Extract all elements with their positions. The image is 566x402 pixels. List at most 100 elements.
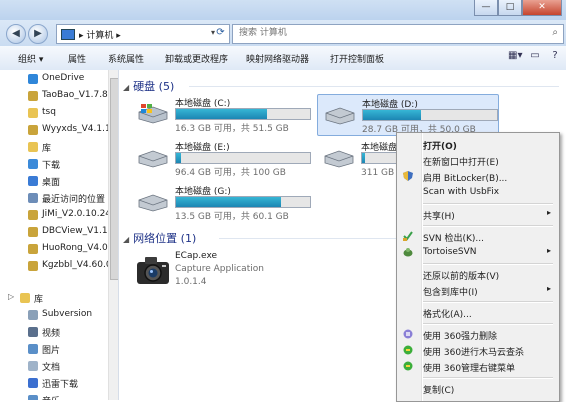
menu-item-manage-menu[interactable]: 使用 360管理右键菜单 [399, 358, 557, 374]
search-input[interactable] [233, 25, 539, 41]
sidebar-item-label: TaoBao_V1.7.8. [42, 90, 110, 100]
sidebar-item[interactable]: DBCView_V1.1. [0, 224, 110, 240]
download-icon [28, 159, 38, 169]
camera-icon [137, 257, 169, 284]
sidebar-item[interactable]: TaoBao_V1.7.8. [0, 88, 110, 104]
menu-item-open[interactable]: 打开(O) [399, 136, 557, 152]
sidebar-item-label: 桌面 [42, 178, 61, 188]
scrollbar-thumb[interactable] [110, 78, 118, 280]
drive-icon [325, 107, 355, 125]
menu-item-svn-checkout[interactable]: SVN 检出(K)... [399, 228, 557, 244]
sidebar-item[interactable]: 文档 [0, 358, 110, 374]
menu-item-format[interactable]: 格式化(A)... [399, 304, 557, 320]
command-bar: 组织 ▾ 属性 系统属性 卸载或更改程序 映射网络驱动器 打开控制面板 ▦▾ ▭… [0, 46, 566, 71]
collapse-icon[interactable]: ◢ [123, 235, 129, 244]
address-row: ◀ ▶ ▸ 计算机 ▸ ▾ ⟳ ⌕ [0, 20, 566, 46]
expand-icon[interactable]: ▷ [8, 292, 14, 301]
menu-item-bitlocker[interactable]: 启用 BitLocker(B)... [399, 168, 557, 184]
drive-d[interactable]: 本地磁盘 (D:) 28.7 GB 可用，共 50.0 GB [317, 94, 499, 136]
minimize-button[interactable]: — [474, 0, 498, 16]
properties-button[interactable]: 属性 [68, 52, 86, 65]
back-button[interactable]: ◀ [6, 24, 26, 44]
hdd-group-title: 硬盘 (5) [133, 80, 175, 93]
breadcrumb[interactable]: ▸ 计算机 ▸ [79, 28, 121, 41]
collapse-icon[interactable]: ◢ [123, 83, 129, 92]
network-group-header[interactable]: ◢ 网络位置 (1) [123, 230, 196, 246]
sidebar-item[interactable]: 音乐 [0, 392, 110, 400]
menu-item-restore[interactable]: 还原以前的版本(V) [399, 266, 557, 282]
sidebar-item[interactable]: 库 [0, 139, 110, 155]
menu-item-copy[interactable]: 复制(C) [399, 380, 557, 396]
sidebar-item[interactable]: 桌面 [0, 173, 110, 189]
usage-fill [362, 153, 365, 163]
view-options-icon[interactable]: ▦▾ [508, 50, 522, 61]
refresh-icon[interactable]: ⟳ [214, 24, 227, 42]
sidebar-item[interactable]: tsq [0, 105, 110, 121]
sidebar-item[interactable]: JiMi_V2.0.10.24 [0, 207, 110, 223]
menu-item-force-delete[interactable]: 使用 360强力删除 [399, 326, 557, 342]
usage-fill [363, 110, 421, 120]
drive-size: 13.5 GB 可用，共 60.1 GB [175, 212, 289, 222]
svn-checkout-icon [403, 231, 413, 241]
menu-item-share[interactable]: 共享(H) ▸ [399, 206, 557, 222]
sidebar-item[interactable]: 迅雷下载 [0, 375, 110, 391]
menu-item-usbfix[interactable]: Scan with UsbFix [399, 184, 557, 200]
maximize-button[interactable]: □ [498, 0, 522, 16]
sidebar-item[interactable]: 最近访问的位置 [0, 190, 110, 206]
sidebar-item-libraries[interactable]: ▷ 库 [0, 290, 110, 306]
usage-fill [176, 197, 281, 207]
sidebar-item[interactable]: 视频 [0, 324, 110, 340]
library-icon [20, 293, 30, 303]
menu-item-label: 复制(C) [423, 386, 455, 396]
control-panel-button[interactable]: 打开控制面板 [330, 52, 384, 65]
menu-item-tortoisesvn[interactable]: TortoiseSVN ▸ [399, 244, 557, 260]
menu-separator [423, 263, 553, 265]
submenu-arrow-icon: ▸ [546, 284, 551, 293]
forward-button[interactable]: ▶ [28, 24, 48, 44]
address-bar[interactable]: ▸ 计算机 ▸ ▾ [56, 24, 230, 44]
usage-bar [362, 109, 498, 121]
hdd-group-header[interactable]: ◢ 硬盘 (5) [123, 78, 174, 94]
sidebar-item[interactable]: Wyyxds_V4.1.1. [0, 122, 110, 138]
document-icon [28, 361, 38, 371]
menu-item-label: 启用 BitLocker(B)... [423, 174, 508, 184]
menu-item-include-library[interactable]: 包含到库中(I) ▸ [399, 282, 557, 298]
help-icon[interactable]: ? [548, 50, 562, 61]
svn-icon [28, 310, 38, 320]
system-properties-button[interactable]: 系统属性 [108, 52, 144, 65]
sidebar-item[interactable]: Subversion [0, 307, 110, 323]
close-button[interactable]: ✕ [522, 0, 562, 16]
sidebar-item[interactable]: 图片 [0, 341, 110, 357]
file-icon [28, 125, 38, 135]
desktop-icon [28, 176, 38, 186]
uninstall-button[interactable]: 卸载或更改程序 [165, 52, 228, 65]
menu-item-open-new-window[interactable]: 在新窗口中打开(E) [399, 152, 557, 168]
picture-icon [28, 344, 38, 354]
map-drive-button[interactable]: 映射网络驱动器 [246, 52, 309, 65]
preview-pane-icon[interactable]: ▭ [528, 50, 542, 61]
ecap-item[interactable]: ECap.exe Capture Application 1.0.1.4 [133, 250, 333, 300]
sidebar-item[interactable]: Kgzbbl_V4.60.0 [0, 258, 110, 274]
organize-button[interactable]: 组织 ▾ [18, 52, 43, 65]
drive-size: 16.3 GB 可用，共 51.5 GB [175, 124, 289, 134]
search-box[interactable]: ⌕ [232, 24, 564, 44]
onedrive-icon [28, 74, 38, 84]
sidebar-scrollbar[interactable] [108, 70, 118, 400]
context-menu: 打开(O) 在新窗口中打开(E) 启用 BitLocker(B)... Scan… [396, 132, 560, 402]
sidebar-item[interactable]: 下载 [0, 156, 110, 172]
tortoise-icon [403, 248, 413, 257]
sidebar-item[interactable]: HuoRong_V4.0. [0, 241, 110, 257]
menu-item-trojan-scan[interactable]: 使用 360进行木马云查杀 [399, 342, 557, 358]
network-group-title: 网络位置 (1) [133, 232, 197, 245]
search-icon[interactable]: ⌕ [552, 27, 558, 38]
drive-c[interactable]: 本地磁盘 (C:) 16.3 GB 可用，共 51.5 GB [131, 94, 311, 134]
thunder-icon [28, 378, 38, 388]
app-name: ECap.exe [175, 251, 218, 261]
drive-e[interactable]: 本地磁盘 (E:) 96.4 GB 可用，共 100 GB [131, 138, 311, 178]
menu-item-label: TortoiseSVN [423, 247, 477, 257]
drive-g[interactable]: 本地磁盘 (G:) 13.5 GB 可用，共 60.1 GB [131, 182, 311, 222]
drive-icon [324, 150, 354, 168]
menu-item-label: 还原以前的版本(V) [423, 272, 500, 282]
menu-item-label: 使用 360管理右键菜单 [423, 364, 516, 374]
sidebar-item[interactable]: OneDrive [0, 71, 110, 87]
